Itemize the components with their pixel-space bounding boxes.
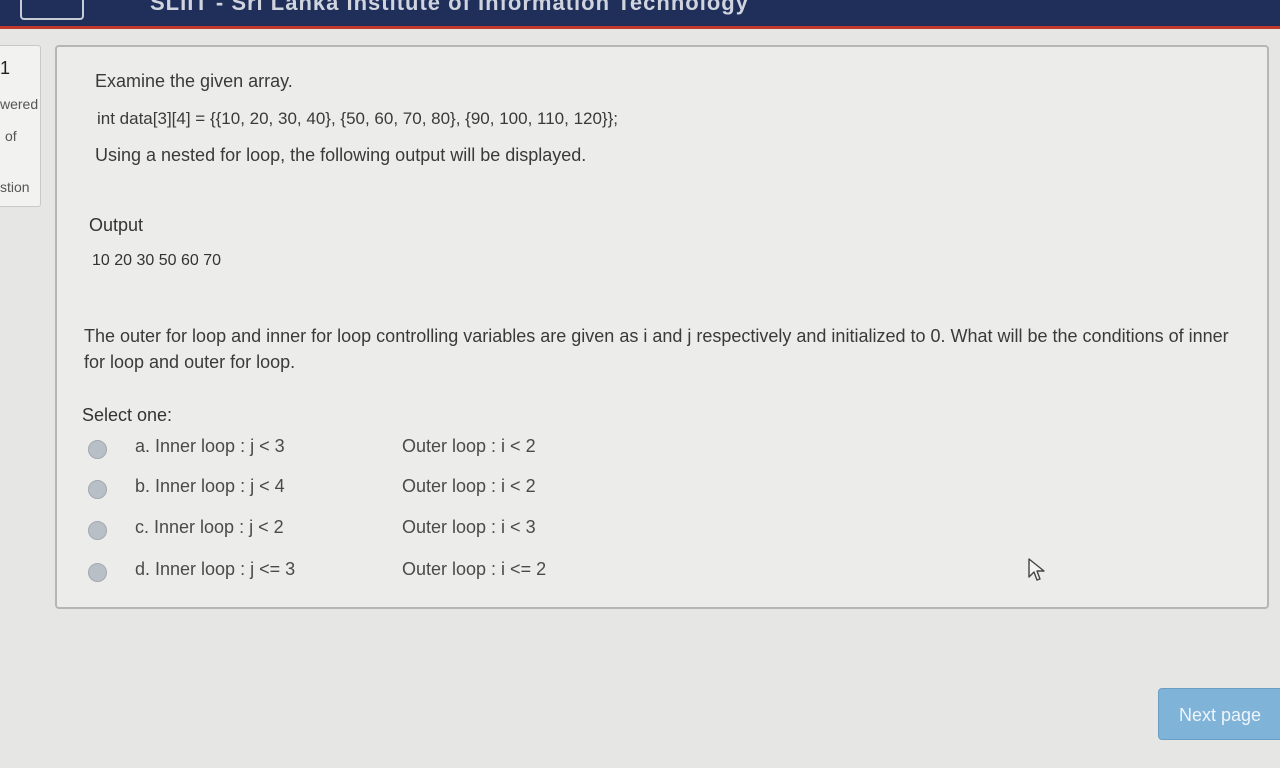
answer-option-d[interactable]: d. Inner loop : j <= 3 Outer loop : i <=…: [82, 558, 782, 588]
site-title: SLIIT - Sri Lanka Institute of Informati…: [150, 0, 749, 15]
output-value: 10 20 30 50 60 70: [92, 252, 222, 269]
radio-button[interactable]: [88, 440, 107, 459]
question-intro: Examine the given array.: [95, 71, 293, 91]
output-label: Output: [89, 215, 144, 235]
option-inner-loop: b. Inner loop : j < 4: [135, 476, 285, 496]
question-card: Examine the given array. int data[3][4] …: [55, 45, 1269, 609]
option-outer-loop: Outer loop : i < 3: [402, 517, 536, 537]
radio-button[interactable]: [88, 563, 107, 582]
info-status-text: wered: [0, 96, 39, 112]
option-outer-loop: Outer loop : i < 2: [402, 476, 536, 496]
question-info-panel: 1 wered of stion: [0, 45, 41, 207]
select-one-label: Select one:: [82, 405, 173, 425]
option-inner-loop: d. Inner loop : j <= 3: [135, 559, 296, 579]
flag-question-link[interactable]: stion: [0, 179, 30, 195]
option-outer-loop: Outer loop : i < 2: [402, 436, 536, 456]
info-marks-text: of: [5, 128, 17, 144]
answer-option-a[interactable]: a. Inner loop : j < 3 Outer loop : i < 2: [82, 435, 782, 465]
array-declaration: int data[3][4] = {{10, 20, 30, 40}, {50,…: [97, 109, 619, 128]
answer-option-b[interactable]: b. Inner loop : j < 4 Outer loop : i < 2: [82, 475, 782, 505]
next-page-button[interactable]: Next page: [1158, 688, 1280, 740]
radio-button[interactable]: [88, 480, 107, 499]
logo: [20, 0, 84, 20]
question-instruction: Using a nested for loop, the following o…: [95, 145, 587, 165]
question-number: 1: [0, 58, 11, 78]
option-inner-loop: c. Inner loop : j < 2: [135, 517, 284, 537]
option-inner-loop: a. Inner loop : j < 3: [135, 436, 285, 456]
answer-option-c[interactable]: c. Inner loop : j < 2 Outer loop : i < 3: [82, 516, 782, 546]
top-header: SLIIT - Sri Lanka Institute of Informati…: [0, 0, 1280, 29]
radio-button[interactable]: [88, 521, 107, 540]
mouse-pointer-icon: [1028, 558, 1045, 581]
option-outer-loop: Outer loop : i <= 2: [402, 559, 547, 579]
question-prompt: The outer for loop and inner for loop co…: [84, 326, 1229, 372]
